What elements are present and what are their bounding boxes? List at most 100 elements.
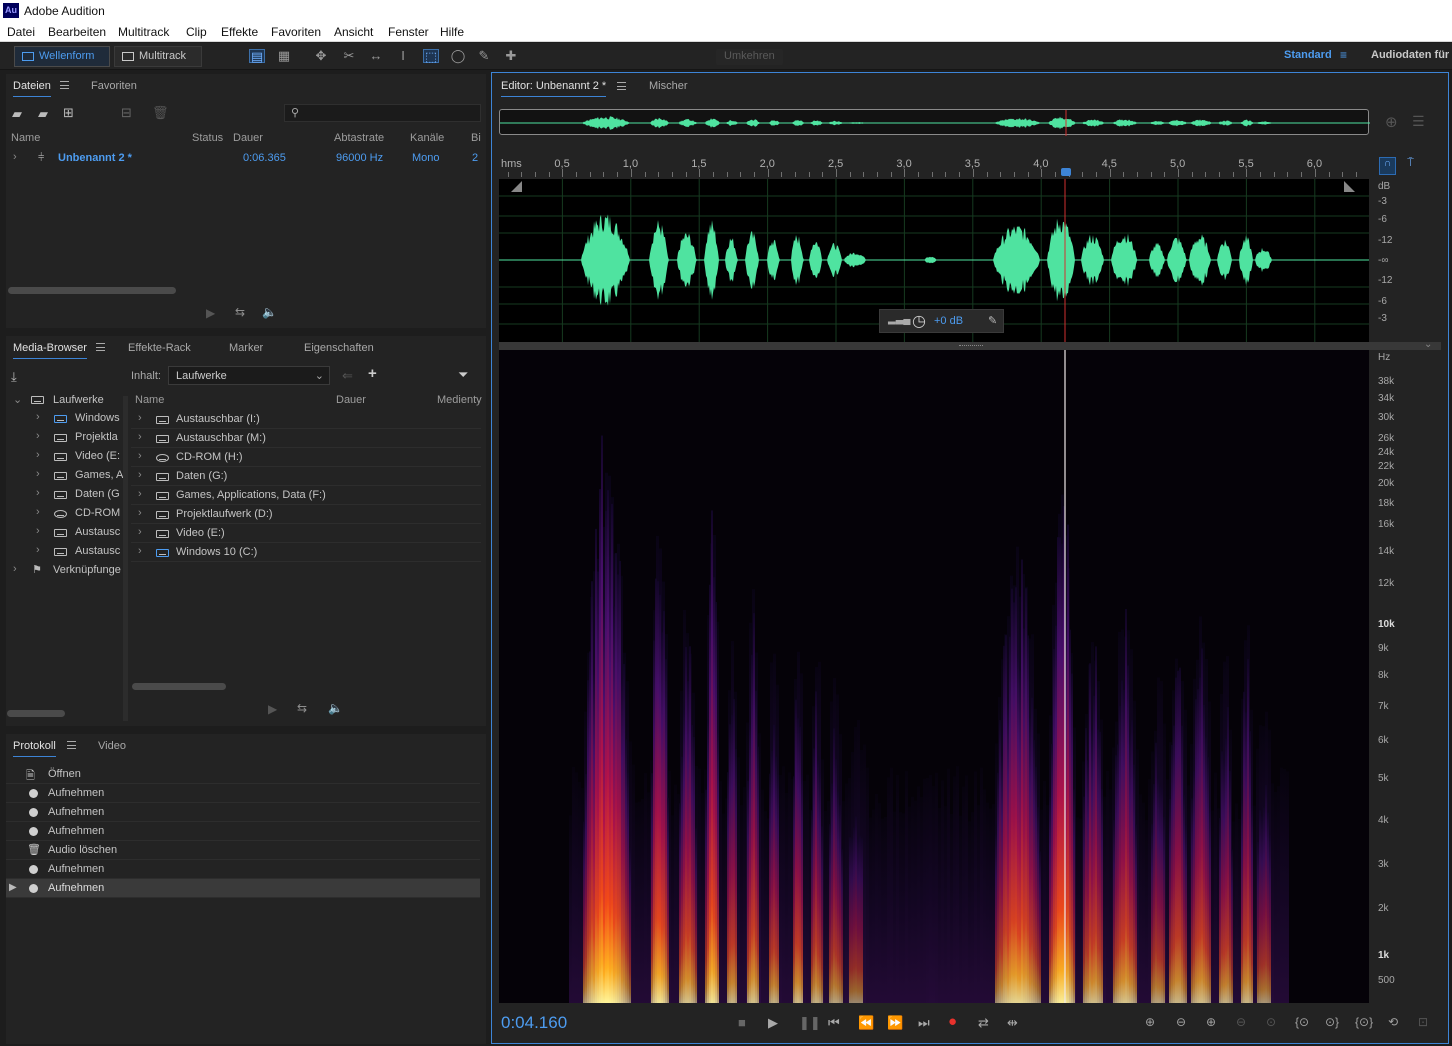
expand-chevron-icon[interactable]: ›	[138, 526, 142, 538]
files-scrollbar[interactable]	[8, 287, 176, 294]
current-time[interactable]: 0:04.160	[501, 1013, 567, 1033]
list-item[interactable]: › Austauschbar (I:)	[131, 410, 481, 429]
waveform-display[interactable]: ▂▃▄ ◷ +0 dB ✎	[499, 179, 1369, 342]
workspace-standard[interactable]: Standard	[1284, 49, 1332, 61]
skip-to-end-icon[interactable]: ⏭	[918, 1015, 930, 1031]
tab-protokoll[interactable]: Protokoll	[13, 740, 56, 757]
waveform-view-button[interactable]: Wellenform	[14, 46, 110, 67]
gain-knob-icon[interactable]: ◷	[912, 311, 926, 331]
zoom-out-point-icon[interactable]: ⊙}	[1325, 1015, 1339, 1029]
marker-pin-icon[interactable]: ⍑	[1402, 157, 1419, 175]
zoom-fit-icon[interactable]: ⊡	[1418, 1015, 1428, 1029]
zoom-selection-icon[interactable]: {⊙}	[1355, 1015, 1373, 1029]
zoom-in-amplitude-icon[interactable]: ⊕	[1145, 1015, 1155, 1029]
gain-hud[interactable]: ▂▃▄ ◷ +0 dB ✎	[879, 309, 1004, 333]
list-item[interactable]: › Projektlaufwerk (D:)	[131, 505, 481, 524]
expand-chevron-icon[interactable]: ›	[13, 151, 17, 163]
menu-fenster[interactable]: Fenster	[388, 25, 429, 39]
col-duration[interactable]: Dauer	[336, 394, 366, 406]
panel-menu-icon[interactable]	[617, 82, 626, 90]
list-item[interactable]: › CD-ROM (H:)	[131, 448, 481, 467]
list-item[interactable]: › Windows 10 (C:)	[131, 543, 481, 562]
reset-zoom-icon[interactable]: ⟲	[1388, 1015, 1398, 1029]
pin-icon[interactable]: ✎	[988, 314, 997, 327]
expand-chevron-icon[interactable]: ›	[138, 545, 142, 557]
list-item[interactable]: › Games, Applications, Data (F:)	[131, 486, 481, 505]
tab-video[interactable]: Video	[98, 740, 126, 752]
snap-icon[interactable]: ∩	[1379, 157, 1396, 175]
spot-healing-tool-icon[interactable]: ✚	[503, 49, 519, 63]
playhead-handle[interactable]	[1061, 168, 1071, 176]
menu-datei[interactable]: Datei	[7, 25, 35, 39]
tab-marker[interactable]: Marker	[229, 342, 263, 354]
tab-media-browser[interactable]: Media-Browser	[13, 342, 87, 359]
file-search-input[interactable]: ⚲	[284, 104, 481, 122]
menu-effekte[interactable]: Effekte	[221, 25, 258, 39]
tree-splitter[interactable]	[123, 396, 128, 721]
expand-chevron-icon[interactable]: ›	[138, 450, 142, 462]
brush-tool-icon[interactable]: ✎	[476, 49, 492, 63]
tree-item[interactable]: › CD-ROM	[6, 504, 124, 523]
workspace-video-audio[interactable]: Audiodaten für V	[1371, 49, 1452, 61]
tree-item[interactable]: › Games, A	[6, 466, 124, 485]
tree-item[interactable]: › Windows	[6, 409, 124, 428]
autoplay-speaker-icon[interactable]: 🔈	[328, 701, 343, 715]
skip-selection-icon[interactable]: ⇹	[1007, 1015, 1018, 1031]
list-scrollbar[interactable]	[132, 683, 226, 690]
menu-ansicht[interactable]: Ansicht	[334, 25, 373, 39]
tree-item[interactable]: › Projektla	[6, 428, 124, 447]
spectral-display[interactable]	[499, 350, 1369, 1003]
tree-item[interactable]: › Austausc	[6, 542, 124, 561]
new-file-icon[interactable]: ⊞	[63, 105, 74, 121]
tree-links[interactable]: › ⚑ Verknüpfunge	[6, 561, 124, 580]
history-item[interactable]: Aufnehmen	[6, 784, 480, 803]
menu-favoriten[interactable]: Favoriten	[271, 25, 321, 39]
menu-multitrack[interactable]: Multitrack	[118, 25, 169, 39]
expand-chevron-icon[interactable]: ›	[13, 563, 17, 575]
delete-icon[interactable]: 🗑	[152, 105, 169, 121]
panel-menu-icon[interactable]	[96, 343, 105, 351]
panel-menu-icon[interactable]	[60, 81, 69, 89]
play-preview-icon[interactable]: ▶	[206, 306, 215, 320]
workspace-menu-icon[interactable]: ≡	[1340, 48, 1347, 62]
open-file-icon[interactable]: ▰	[12, 106, 22, 122]
tree-scrollbar[interactable]	[7, 710, 65, 717]
expand-chevron-icon[interactable]: ›	[138, 469, 142, 481]
col-samplerate[interactable]: Abtastrate	[334, 132, 384, 144]
col-bits[interactable]: Bi	[471, 132, 481, 144]
expand-chevron-icon[interactable]: ›	[36, 468, 40, 480]
col-status[interactable]: Status	[192, 132, 223, 144]
pause-icon[interactable]: ❚❚	[799, 1015, 821, 1031]
move-tool-icon[interactable]: ✥	[313, 49, 329, 63]
download-icon[interactable]: ⤓	[11, 369, 17, 385]
expand-chevron-icon[interactable]: ›	[36, 506, 40, 518]
expand-chevron-icon[interactable]: ›	[36, 487, 40, 499]
tree-root[interactable]: ⌄ Laufwerke	[6, 390, 124, 409]
lasso-tool-icon[interactable]: ◯	[450, 49, 466, 63]
col-name[interactable]: Name	[11, 132, 40, 144]
menu-clip[interactable]: Clip	[186, 25, 207, 39]
history-item[interactable]: Aufnehmen	[6, 860, 480, 879]
stop-icon[interactable]: ■	[738, 1015, 746, 1030]
play-icon[interactable]: ▶	[768, 1015, 778, 1031]
spectral-display-settings-icon[interactable]: ☰	[1412, 113, 1425, 130]
col-media-type[interactable]: Medienty	[437, 394, 482, 406]
list-item[interactable]: › Austauschbar (M:)	[131, 429, 481, 448]
spectral-pitch-icon[interactable]: ▦	[276, 49, 292, 63]
expand-chevron-icon[interactable]: ›	[138, 507, 142, 519]
expand-chevron-icon[interactable]: ›	[36, 411, 40, 423]
loop-preview-icon[interactable]: ⇆	[297, 701, 307, 715]
history-item[interactable]: 🗎 Öffnen	[6, 765, 480, 784]
tab-dateien[interactable]: Dateien	[13, 80, 51, 97]
zoom-in-point-icon[interactable]: {⊙	[1295, 1015, 1309, 1029]
insert-multitrack-icon[interactable]: ⊟	[121, 105, 132, 121]
waveform-spectral-divider[interactable]: ⌄	[499, 339, 1441, 350]
file-row[interactable]: › ⫩ Unbenannt 2 * 0:06.365 96000 Hz Mono…	[6, 150, 486, 168]
slip-tool-icon[interactable]: ↔	[368, 49, 384, 63]
spectral-frequency-icon[interactable]: ▤	[249, 49, 265, 64]
back-arrow-icon[interactable]: ⇐	[342, 368, 353, 384]
expand-chevron-icon[interactable]: ›	[36, 525, 40, 537]
gain-value[interactable]: +0 dB	[934, 315, 963, 327]
autoplay-speaker-icon[interactable]: 🔈	[262, 305, 277, 319]
play-preview-icon[interactable]: ▶	[268, 702, 277, 716]
